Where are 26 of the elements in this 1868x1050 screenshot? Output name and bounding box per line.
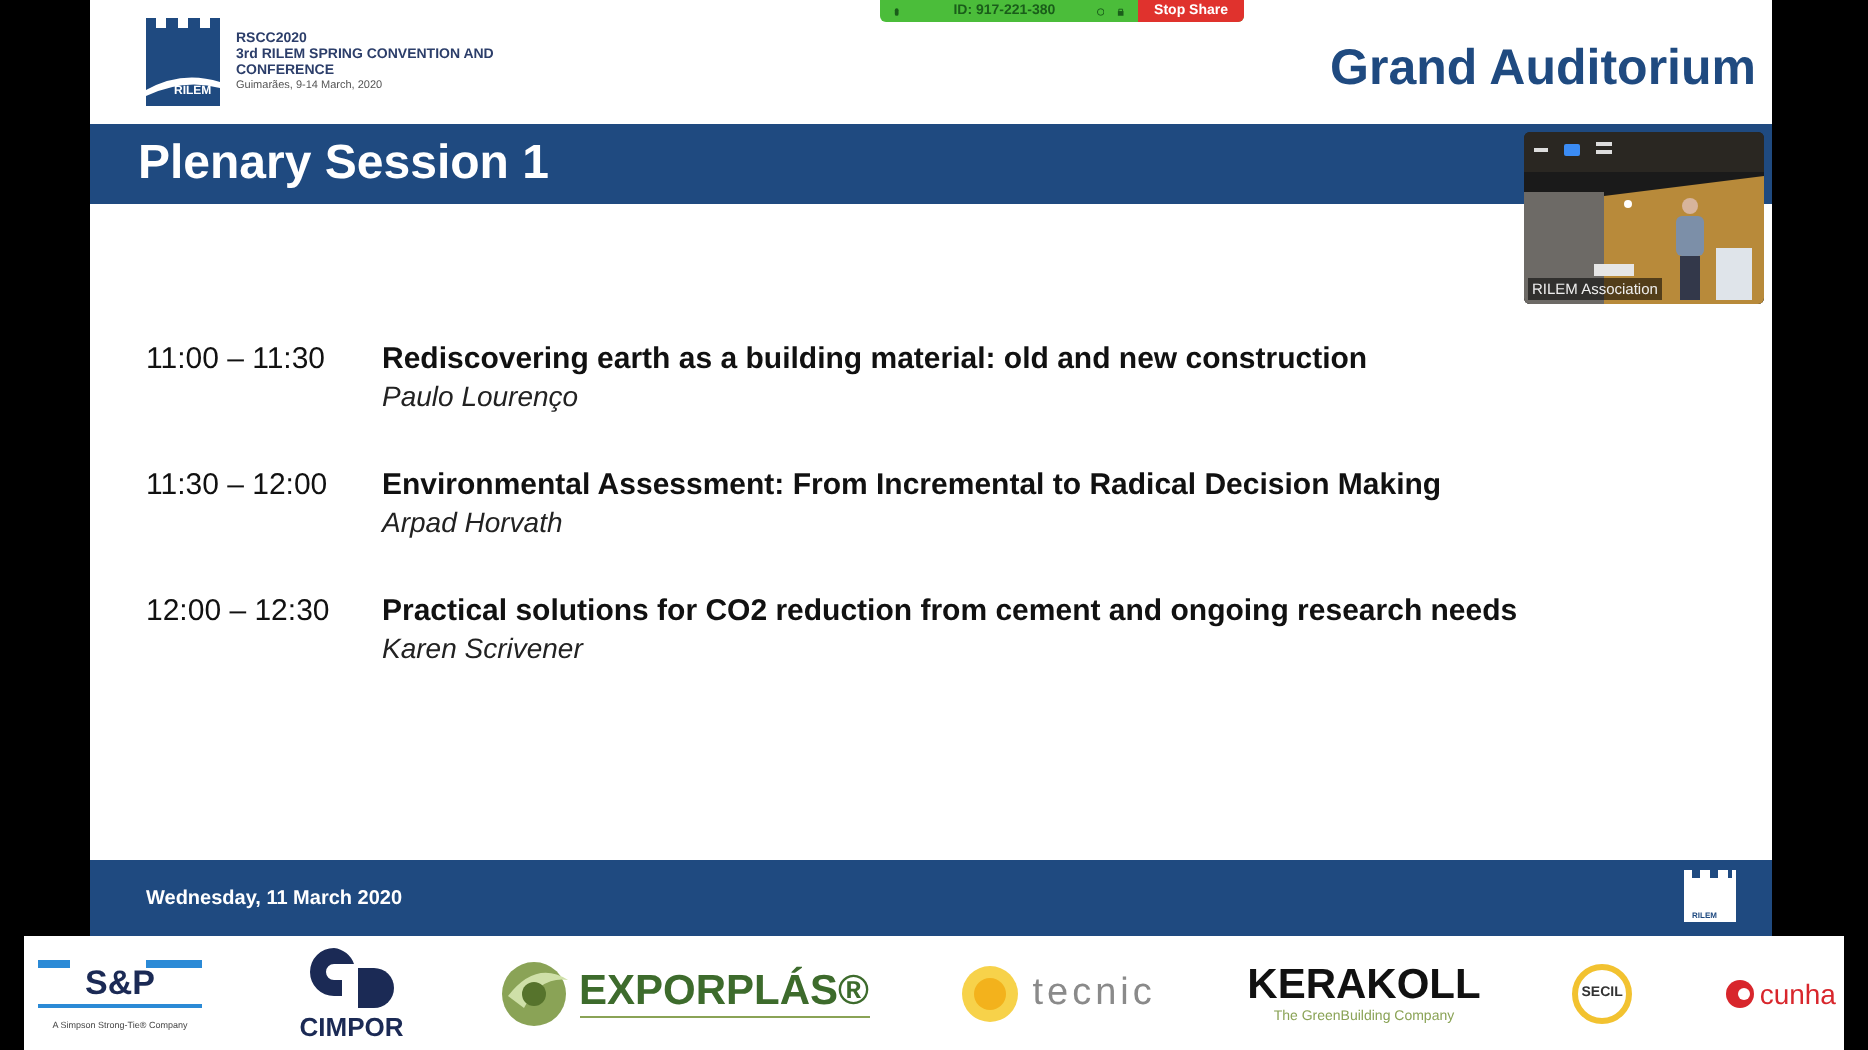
brand-name: cunha (1759, 977, 1836, 1009)
speaker-name: Arpad Horvath (382, 506, 565, 538)
talk-title: Rediscovering earth as a building material: old and new construction (382, 342, 1368, 376)
talk-time: 11:30 – 12:00 (146, 468, 330, 506)
logo-icon (1723, 977, 1756, 1009)
talk-title: Environmental Assessment: From Incremental to Radical Decision Making (382, 468, 1442, 502)
logo-icon (305, 944, 398, 1012)
brand-name: EXPORPLÁS® (579, 968, 870, 1018)
footer-date: Wednesday, 11 March 2020 (146, 887, 403, 909)
video-view-icon (1562, 140, 1582, 158)
brand-name: S&P (85, 965, 155, 999)
circle-logo-icon (960, 963, 1021, 1023)
brand-name: CIMPOR (299, 1012, 404, 1042)
stripes-icon (38, 959, 202, 1007)
speaker-name: Paulo Lourenço (382, 380, 581, 412)
room-title: Grand Auditorium (1330, 37, 1756, 97)
tower-icon (146, 18, 220, 106)
talk-time: 12:00 – 12:30 (146, 594, 332, 632)
speaker-name: Karen Scrivener (382, 632, 586, 664)
brand-name: tecnic (1032, 971, 1156, 1015)
brand-name: KERAKOLL (1247, 962, 1481, 1009)
talk-time: 11:00 – 11:30 (146, 342, 328, 380)
tower-icon (1684, 870, 1736, 922)
session-title: Plenary Session 1 (138, 136, 549, 192)
talk-title: Practical solutions for CO2 reduction from cement and ongoing research needs (382, 594, 1518, 628)
layout-icon (1594, 140, 1614, 158)
